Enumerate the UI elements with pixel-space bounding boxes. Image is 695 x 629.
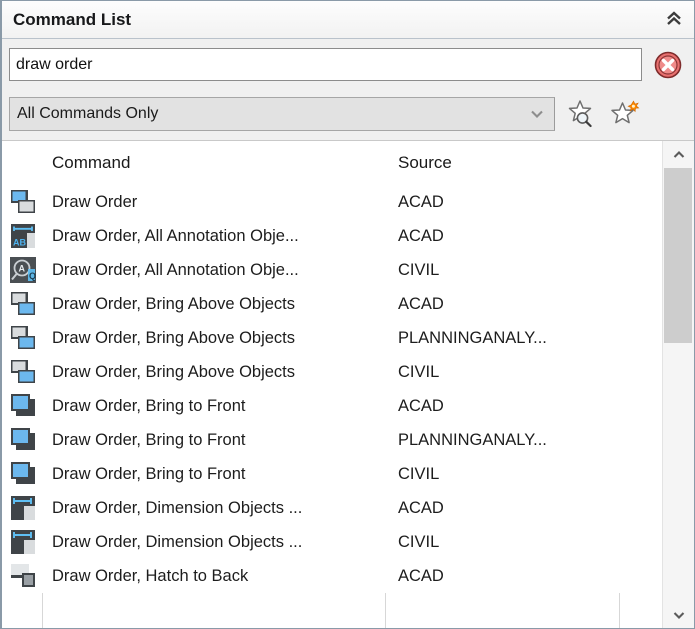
bring-above-objects-icon <box>10 325 36 351</box>
command-list-area: Command Source Draw Order ACAD <box>2 140 694 628</box>
scrollbar-up-button[interactable] <box>663 141 694 168</box>
draw-order-annotation-icon: AB <box>10 223 36 249</box>
command-filter-dropdown[interactable]: All Commands Only <box>9 97 555 131</box>
command-source: ACAD <box>398 193 444 212</box>
command-list-body[interactable]: Command Source Draw Order ACAD <box>2 141 662 628</box>
command-source: ACAD <box>398 227 444 246</box>
command-name: Draw Order, Bring Above Objects <box>52 295 295 314</box>
panel-title: Command List <box>13 10 131 30</box>
command-source: ACAD <box>398 295 444 314</box>
clear-circle-x-icon[interactable] <box>651 48 685 82</box>
command-name: Draw Order, Bring to Front <box>52 465 245 484</box>
table-row[interactable]: Draw Order, Bring to Front PLANNINGANALY… <box>2 423 662 457</box>
list-scrollbar[interactable] <box>662 141 694 628</box>
command-name: Draw Order, Bring to Front <box>52 397 245 416</box>
hatch-to-back-icon <box>10 563 36 589</box>
command-name: Draw Order, Hatch to Back <box>52 567 248 586</box>
svg-text:A: A <box>19 264 26 274</box>
bring-to-front-icon <box>10 393 36 419</box>
command-list-panel: Command List All Commands Only <box>0 0 695 629</box>
bring-to-front-icon <box>10 427 36 453</box>
panel-titlebar: Command List <box>2 1 694 39</box>
search-row <box>2 39 694 90</box>
search-input[interactable] <box>9 48 642 81</box>
command-source: PLANNINGANALY... <box>398 431 547 450</box>
table-row[interactable]: Draw Order, Hatch to Back ACAD <box>2 559 662 593</box>
bring-above-objects-icon <box>10 359 36 385</box>
command-source: CIVIL <box>398 261 439 280</box>
command-name: Draw Order, Bring Above Objects <box>52 363 295 382</box>
dimension-objects-icon <box>10 495 36 521</box>
command-name: Draw Order, Bring to Front <box>52 431 245 450</box>
command-name: Draw Order, All Annotation Obje... <box>52 261 299 280</box>
command-source: CIVIL <box>398 533 439 552</box>
filter-row: All Commands Only <box>2 90 694 138</box>
table-row[interactable]: Draw Order, Bring Above Objects ACAD <box>2 287 662 321</box>
command-source: ACAD <box>398 397 444 416</box>
scrollbar-track[interactable] <box>663 168 694 601</box>
draw-order-icon <box>10 189 36 215</box>
table-row[interactable]: Draw Order, Bring to Front ACAD <box>2 389 662 423</box>
column-header-command[interactable]: Command <box>52 153 130 173</box>
table-row[interactable]: Draw Order, Dimension Objects ... ACAD <box>2 491 662 525</box>
dimension-objects-icon <box>10 529 36 555</box>
command-source: ACAD <box>398 567 444 586</box>
table-row[interactable]: Draw Order, Dimension Objects ... CIVIL <box>2 525 662 559</box>
command-source: CIVIL <box>398 363 439 382</box>
star-new-icon[interactable] <box>607 96 643 132</box>
bring-above-objects-icon <box>10 291 36 317</box>
chevron-double-up-icon[interactable] <box>662 7 686 31</box>
command-name: Draw Order, Bring Above Objects <box>52 329 295 348</box>
chevron-down-icon <box>529 98 545 130</box>
draw-order-annotation-civil-icon: A Q <box>10 257 36 283</box>
svg-text:Q: Q <box>29 271 36 281</box>
table-row[interactable]: Draw Order ACAD <box>2 185 662 219</box>
table-row[interactable]: Draw Order, Bring to Front CIVIL <box>2 457 662 491</box>
table-row[interactable]: Draw Order, Bring Above Objects CIVIL <box>2 355 662 389</box>
bring-to-front-icon <box>10 461 36 487</box>
command-name: Draw Order, Dimension Objects ... <box>52 499 302 518</box>
command-source: ACAD <box>398 499 444 518</box>
list-header-row: Command Source <box>2 141 662 185</box>
command-name: Draw Order, All Annotation Obje... <box>52 227 299 246</box>
command-source: PLANNINGANALY... <box>398 329 547 348</box>
scrollbar-down-button[interactable] <box>663 601 694 628</box>
command-name: Draw Order <box>52 193 137 212</box>
column-header-source[interactable]: Source <box>398 153 452 173</box>
table-row[interactable]: Draw Order, Bring Above Objects PLANNING… <box>2 321 662 355</box>
command-source: CIVIL <box>398 465 439 484</box>
table-row[interactable]: AB Draw Order, All Annotation Obje... AC… <box>2 219 662 253</box>
command-name: Draw Order, Dimension Objects ... <box>52 533 302 552</box>
svg-text:AB: AB <box>13 238 26 248</box>
command-filter-value: All Commands Only <box>10 105 158 123</box>
star-search-icon[interactable] <box>563 96 599 132</box>
scrollbar-thumb[interactable] <box>664 168 692 343</box>
table-row[interactable]: A Q Draw Order, All Annotation Obje... C… <box>2 253 662 287</box>
